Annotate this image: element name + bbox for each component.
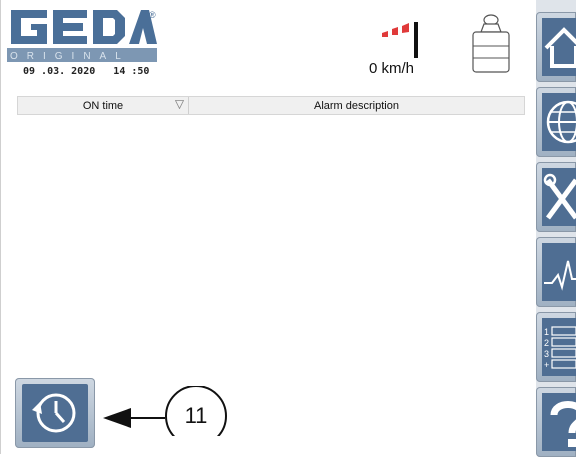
column-on-time-label: ON time — [82, 99, 124, 112]
home-button[interactable] — [536, 12, 576, 82]
svg-text:1: 1 — [544, 327, 549, 337]
home-icon — [544, 27, 576, 68]
nav-sidebar: 1 2 3 + — [536, 0, 576, 457]
geda-logo: ORIGINAL ® — [7, 6, 157, 62]
numbered-list-icon: 1 2 3 + — [544, 326, 576, 370]
sort-arrow-icon[interactable] — [175, 100, 184, 109]
alarm-table-header: ON time Alarm description — [17, 96, 525, 115]
column-alarm-description-label: Alarm description — [314, 99, 399, 112]
globe-icon — [546, 100, 576, 144]
list-button[interactable]: 1 2 3 + — [536, 312, 576, 382]
date-time: 09 .03. 2020 14 :50 — [23, 66, 150, 77]
main-screen: ORIGINAL ® 09 .03. 2020 14 :50 0 km/h ON… — [0, 0, 537, 454]
graph-icon — [544, 260, 576, 291]
wind-speed-readout: 0 km/h — [369, 60, 415, 77]
help-button[interactable] — [536, 387, 576, 457]
load-weight-icon — [469, 14, 513, 76]
callout-number: 11 — [184, 403, 208, 428]
tools-button[interactable] — [536, 162, 576, 232]
trademark-symbol: ® — [149, 10, 156, 20]
alarm-history-button[interactable] — [15, 378, 95, 448]
column-alarm-description[interactable]: Alarm description — [189, 97, 524, 114]
windsock-icon — [376, 18, 426, 60]
logo-subtitle: ORIGINAL — [10, 51, 130, 62]
svg-text:+: + — [544, 360, 549, 370]
history-clock-icon — [22, 384, 88, 442]
question-mark-icon — [550, 401, 576, 447]
svg-text:3: 3 — [544, 349, 549, 359]
svg-text:2: 2 — [544, 338, 549, 348]
column-on-time[interactable]: ON time — [18, 97, 189, 114]
graph-button[interactable] — [536, 237, 576, 307]
tools-icon — [543, 173, 576, 220]
globe-button[interactable] — [536, 87, 576, 157]
